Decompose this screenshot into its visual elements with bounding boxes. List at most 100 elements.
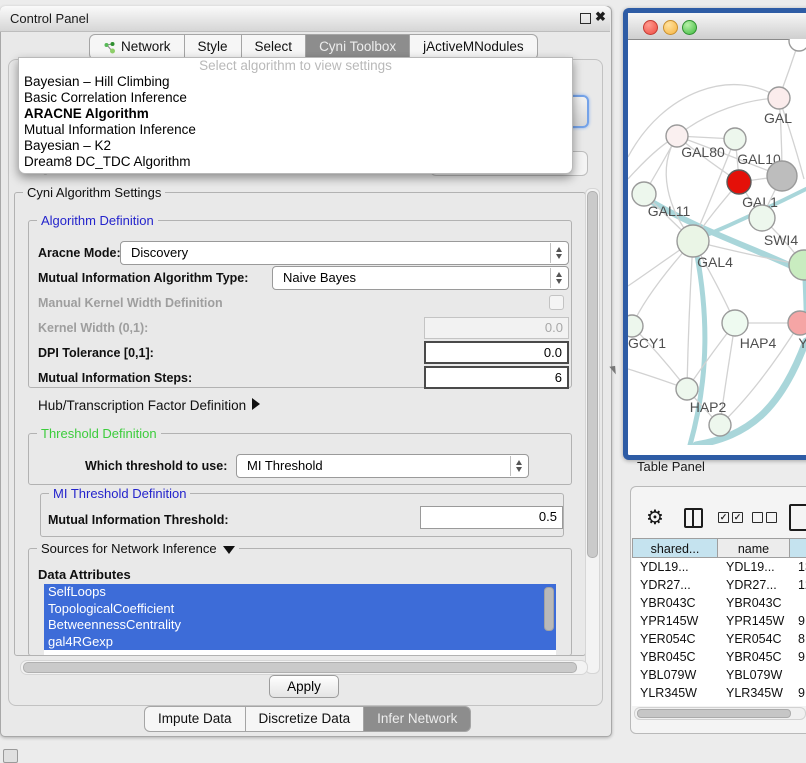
settings-hscroll-thumb[interactable] <box>23 662 577 673</box>
table-column-header[interactable]: name <box>718 538 790 558</box>
table-row[interactable]: YLR345WYLR345W9. <box>632 684 806 702</box>
network-node[interactable] <box>676 378 698 400</box>
table-row[interactable]: YPR145WYPR145W9. <box>632 612 806 630</box>
which-threshold-value: MI Threshold <box>247 458 323 473</box>
settings-vscroll-thumb[interactable] <box>587 191 598 558</box>
table-cell <box>790 594 806 612</box>
apply-button[interactable]: Apply <box>269 675 339 698</box>
settings-vertical-scrollbar[interactable] <box>585 188 600 674</box>
network-node[interactable] <box>768 87 790 109</box>
network-icon <box>103 41 116 54</box>
attribute-list-item[interactable]: SelfLoops <box>44 584 556 601</box>
manual-kernel-label: Manual Kernel Width Definition <box>38 296 223 310</box>
tab-impute-data[interactable]: Impute Data <box>144 706 246 732</box>
close-traffic-light[interactable] <box>643 20 658 35</box>
table-cell: 8 <box>790 702 806 706</box>
table-column-header[interactable]: A <box>790 538 806 558</box>
table-cell: YBR043C <box>718 594 790 612</box>
network-node[interactable] <box>727 170 751 194</box>
new-table-icon[interactable] <box>789 504 806 531</box>
close-icon[interactable]: ✖ <box>595 9 606 25</box>
dpi-tolerance-field[interactable]: 0.0 <box>424 341 569 364</box>
network-node-label: HAP4 <box>740 335 777 351</box>
float-window-icon[interactable] <box>580 13 591 24</box>
dropdown-item[interactable]: Bayesian – K2 <box>19 138 572 154</box>
network-node[interactable] <box>788 311 806 335</box>
which-threshold-combo[interactable]: MI Threshold <box>236 454 529 478</box>
table-cell: YIL052C <box>718 702 790 706</box>
table-cell: YDL19... <box>632 558 718 576</box>
table-cell: YBR045C <box>718 648 790 666</box>
settings-horizontal-scrollbar[interactable] <box>20 660 588 675</box>
network-node[interactable] <box>709 414 731 436</box>
algorithm-dropdown-popup: Select algorithm to view settings Bayesi… <box>18 57 573 174</box>
network-node-label: HAP2 <box>690 399 727 415</box>
algorithm-dropdown-placeholder: Select algorithm to view settings <box>19 58 572 74</box>
network-node[interactable] <box>724 128 746 150</box>
hide-columns-icon[interactable] <box>752 512 780 524</box>
table-row[interactable]: YDL19...YDL19...13 <box>632 558 806 576</box>
tab-infer-network[interactable]: Infer Network <box>364 706 471 732</box>
dropdown-item[interactable]: Basic Correlation Inference <box>19 90 572 106</box>
table-hscroll-thumb[interactable] <box>637 709 791 718</box>
node-attribute-table[interactable]: shared...nameA YDL19...YDL19...13YDR27..… <box>632 538 806 706</box>
network-node[interactable] <box>767 161 797 191</box>
manual-kernel-checkbox[interactable] <box>549 295 564 310</box>
table-cell: YDR27... <box>718 576 790 594</box>
data-attributes-list[interactable]: SelfLoopsTopologicalCoefficientBetweenne… <box>44 584 556 655</box>
combo-stepper-icon <box>510 456 527 476</box>
mi-type-label: Mutual Information Algorithm Type: <box>38 271 248 285</box>
network-node[interactable] <box>789 39 806 51</box>
mi-steps-field[interactable]: 6 <box>424 366 569 389</box>
table-cell: YPR145W <box>632 612 718 630</box>
table-cell: 13 <box>790 558 806 576</box>
tab-discretize-data[interactable]: Discretize Data <box>246 706 365 732</box>
network-node[interactable] <box>789 250 806 280</box>
table-row[interactable]: YIL052CYIL052C8 <box>632 702 806 706</box>
table-cell: 12 <box>790 576 806 594</box>
table-row[interactable]: YER054CYER054C8. <box>632 630 806 648</box>
table-row[interactable]: YBL079WYBL079W <box>632 666 806 684</box>
algorithm-definition-title: Algorithm Definition <box>37 213 158 228</box>
dropdown-item[interactable]: Mutual Information Inference <box>19 122 572 138</box>
minimize-traffic-light[interactable] <box>663 20 678 35</box>
network-graph[interactable]: GALGAL80GAL10GAL1GAL11SWI4GAL4GCY1HAP4YH… <box>628 39 806 445</box>
aracne-mode-combo[interactable]: Discovery <box>120 241 569 265</box>
table-row[interactable]: YBR043CYBR043C <box>632 594 806 612</box>
attribute-list-item[interactable]: BetweennessCentrality <box>44 617 556 634</box>
minimized-panel-icon[interactable] <box>3 749 18 763</box>
table-cell: YDR27... <box>632 576 718 594</box>
show-columns-icon[interactable]: ✓✓ <box>718 512 746 524</box>
threshold-definition-title: Threshold Definition <box>37 426 161 441</box>
attribute-list-item[interactable]: TopologicalCoefficient <box>44 601 556 618</box>
mi-threshold-field[interactable]: 0.5 <box>420 506 563 529</box>
which-threshold-label: Which threshold to use: <box>85 459 227 473</box>
dropdown-item[interactable]: Dream8 DC_TDC Algorithm <box>19 154 572 170</box>
combo-stepper-icon <box>550 243 567 263</box>
table-cell: YLR345W <box>632 684 718 702</box>
table-cell <box>790 666 806 684</box>
table-horizontal-scrollbar[interactable] <box>634 707 806 720</box>
network-node[interactable] <box>749 205 775 231</box>
network-node-label: GCY1 <box>628 335 666 351</box>
mi-threshold-group-title: MI Threshold Definition <box>49 486 190 501</box>
dropdown-item[interactable]: Bayesian – Hill Climbing <box>19 74 572 90</box>
table-row[interactable]: YDR27...YDR27...12 <box>632 576 806 594</box>
zoom-traffic-light[interactable] <box>682 20 697 35</box>
attribute-list-item[interactable]: gal4RGexp <box>44 634 556 651</box>
split-columns-icon[interactable] <box>684 508 703 528</box>
mi-type-combo[interactable]: Naive Bayes <box>272 266 569 290</box>
network-node[interactable] <box>677 225 709 257</box>
table-panel-title: Table Panel <box>637 459 705 474</box>
dropdown-item[interactable]: ARACNE Algorithm <box>19 106 572 122</box>
gear-icon[interactable]: ⚙ <box>646 505 664 530</box>
combo-stepper-icon <box>550 268 567 288</box>
table-cell: YBL079W <box>632 666 718 684</box>
table-row[interactable]: YBR045CYBR045C9. <box>632 648 806 666</box>
hub-section-toggle[interactable]: Hub/Transcription Factor Definition <box>38 398 260 413</box>
network-node[interactable] <box>628 315 643 337</box>
kernel-width-field[interactable]: 0.0 <box>424 317 569 339</box>
attributes-scrollbar-thumb[interactable] <box>544 587 554 631</box>
network-node[interactable] <box>722 310 748 336</box>
table-column-header[interactable]: shared... <box>632 538 718 558</box>
